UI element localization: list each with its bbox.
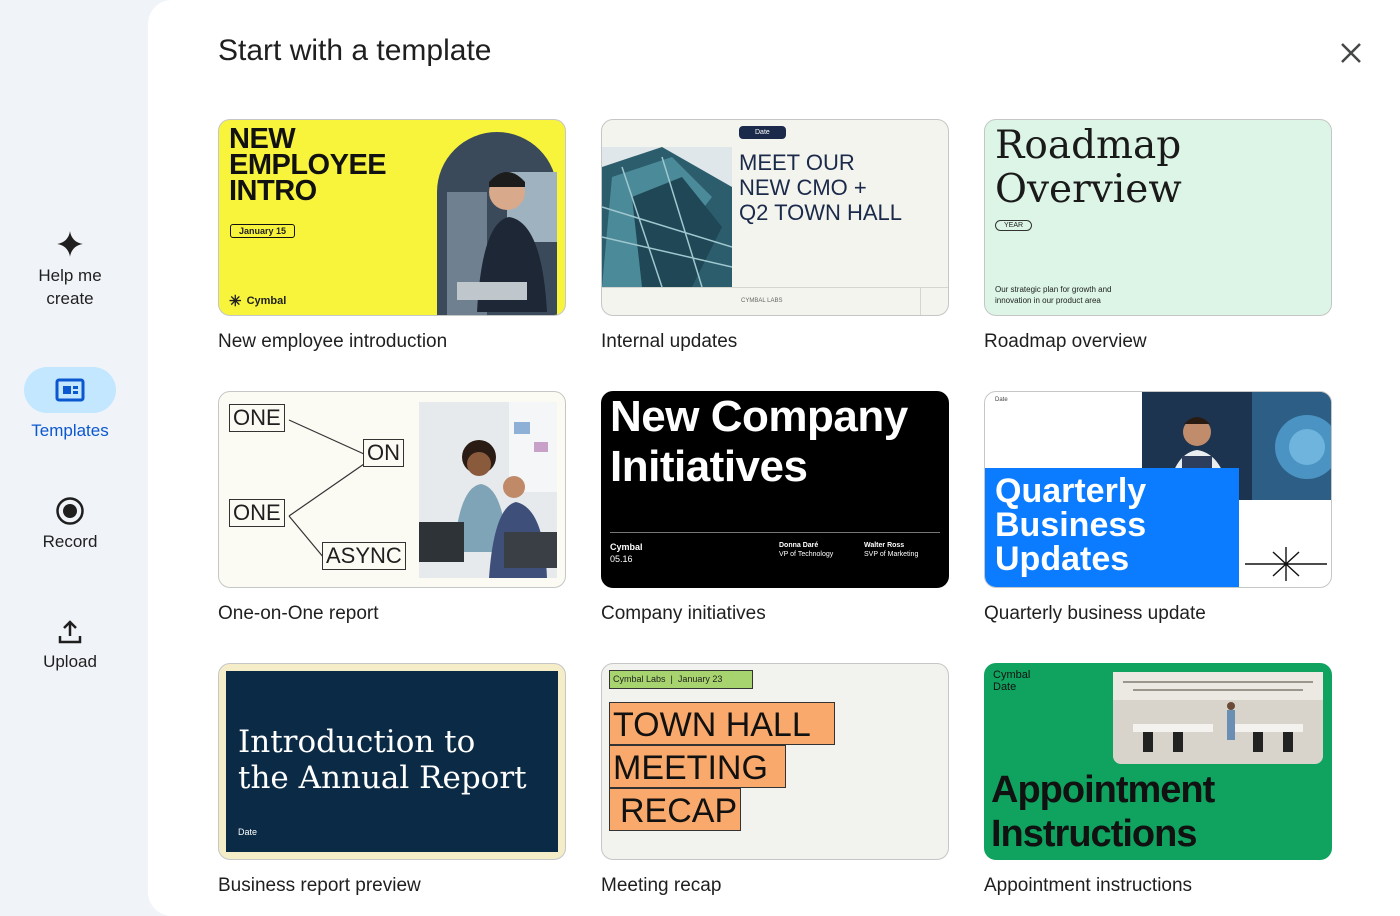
template-name: Internal updates (601, 331, 738, 352)
template-card-business-report[interactable]: Introduction to the Annual Report Date B… (218, 663, 566, 897)
templates-label: Templates (31, 421, 109, 440)
template-name: Roadmap overview (984, 331, 1147, 352)
templates-pill (24, 367, 116, 413)
word-box-on: ON (363, 439, 404, 467)
presenter-2-role: SVP of Marketing (864, 551, 919, 558)
thumb-desc-2: innovation in our product area (995, 296, 1101, 305)
thumb-date: 05.16 (610, 554, 633, 564)
template-icon (55, 378, 85, 402)
thumb-title-2: Overview (995, 167, 1182, 212)
template-card-company-initiatives[interactable]: New Company Initiatives Cymbal 05.16 Don… (601, 391, 949, 625)
photo-glass-building (602, 147, 732, 287)
thumb-title-3: RECAP (620, 792, 738, 830)
word-box-one: ONE (229, 404, 285, 432)
thumb-title-3: Updates (995, 540, 1130, 578)
template-thumb[interactable]: Date MEET OUR NEW CMO + Q2 TOWN HALL CYM… (601, 119, 949, 316)
template-card-appointment[interactable]: Cymbal Date Appointment Instructions App… (984, 663, 1332, 897)
record-icon (56, 497, 84, 525)
thumb-date: Date (993, 681, 1017, 693)
presenter-2-name: Walter Ross (864, 542, 905, 549)
date-badge: January 15 (230, 224, 296, 238)
template-thumb[interactable]: Cymbal Date Appointment Instructions (984, 663, 1332, 860)
thumb-title-2: NEW CMO + (739, 175, 867, 200)
close-icon[interactable] (1336, 38, 1366, 68)
template-name: Quarterly business update (984, 603, 1206, 624)
sparkle-icon (57, 231, 83, 257)
template-card-roadmap[interactable]: Roadmap Overview YEAR Our strategic plan… (984, 119, 1332, 353)
page-title: Start with a template (218, 34, 492, 67)
photo-person-laptop (437, 132, 557, 315)
template-thumb[interactable]: ONE ON ONE ASYNC (218, 391, 566, 588)
record-button[interactable]: Record (0, 496, 140, 552)
template-thumb[interactable]: Roadmap Overview YEAR Our strategic plan… (984, 119, 1332, 316)
template-thumb[interactable]: Date Quarterly Business Updates (984, 391, 1332, 588)
side-rail: Help me create Templates Record Upload (0, 0, 148, 916)
word-box-async: ASYNC (322, 542, 406, 570)
template-card-quarterly[interactable]: Date Quarterly Business Updates Quarterl… (984, 391, 1332, 625)
word-box-one-2: ONE (229, 499, 285, 527)
thumb-footer: CYMBAL LABS (741, 298, 783, 304)
template-card-one-on-one[interactable]: ONE ON ONE ASYNC One-on-One report (218, 391, 566, 625)
thumb-date: Date (995, 397, 1008, 403)
meeting-tag: Cymbal Labs | January 23 (609, 670, 753, 689)
thumb-title-2: MEETING (613, 749, 768, 787)
template-name: Company initiatives (601, 603, 766, 624)
record-label: Record (42, 532, 98, 551)
template-name: Appointment instructions (984, 875, 1193, 896)
thumb-title-1: New Company (610, 392, 908, 441)
template-name: New employee introduction (218, 331, 448, 352)
help-label-line1: Help me (38, 266, 102, 285)
cymbal-logo-icon: ✳ (229, 293, 242, 310)
photo-office (1113, 672, 1323, 764)
brand-name: Cymbal (246, 295, 287, 307)
template-thumb[interactable]: Introduction to the Annual Report Date (218, 663, 566, 860)
thumb-title-1: Appointment (991, 769, 1215, 811)
template-thumb[interactable]: New Company Initiatives Cymbal 05.16 Don… (601, 391, 949, 588)
thumb-title-2: Initiatives (610, 442, 808, 491)
help-label-line2: create (46, 289, 94, 308)
thumb-title-1: Introduction to (238, 724, 476, 760)
template-panel: Start with a template NEW EMPLOYEE INTRO… (148, 0, 1400, 916)
thumb-title-1: Quarterly (995, 472, 1147, 510)
thumb-title-2: the Annual Report (238, 760, 527, 796)
thumb-title-2: Business (995, 506, 1147, 544)
presenter-1-role: VP of Technology (779, 551, 834, 558)
brand-name: Cymbal (993, 669, 1031, 681)
brand-name: Cymbal (610, 542, 643, 552)
presenter-1-name: Donna Daré (779, 542, 819, 549)
template-card-meeting-recap[interactable]: Cymbal Labs | January 23 TOWN HALL MEETI… (601, 663, 949, 897)
thumb-desc-1: Our strategic plan for growth and (995, 285, 1112, 294)
thumb-title-2: Instructions (991, 813, 1197, 855)
template-name: Meeting recap (601, 875, 722, 896)
template-name: One-on-One report (218, 603, 379, 624)
thumb-date: Date (238, 827, 258, 837)
year-badge: YEAR (995, 220, 1033, 231)
template-card-internal-updates[interactable]: Date MEET OUR NEW CMO + Q2 TOWN HALL CYM… (601, 119, 949, 353)
template-name: Business report preview (218, 875, 421, 896)
templates-button[interactable]: Templates (0, 367, 140, 441)
thumb-title-3: Q2 TOWN HALL (739, 200, 903, 225)
date-badge: Date (739, 126, 786, 139)
template-thumb[interactable]: NEW EMPLOYEE INTRO January 15 ✳ Cymbal (218, 119, 566, 316)
photo-colleagues (419, 402, 557, 578)
template-thumb[interactable]: Cymbal Labs | January 23 TOWN HALL MEETI… (601, 663, 949, 860)
upload-button[interactable]: Upload (0, 618, 140, 672)
help-me-create-button[interactable]: Help me create (0, 230, 140, 310)
asterisk-mark-icon (1245, 547, 1327, 581)
upload-label: Upload (43, 652, 97, 671)
thumb-title-1: Roadmap (995, 123, 1182, 168)
thumb-title-1: MEET OUR (739, 150, 855, 175)
thumb-title-3: INTRO (229, 175, 317, 207)
template-card-new-employee[interactable]: NEW EMPLOYEE INTRO January 15 ✳ Cymbal N… (218, 119, 566, 353)
upload-icon (58, 620, 82, 644)
thumb-title-1: TOWN HALL (613, 706, 811, 744)
